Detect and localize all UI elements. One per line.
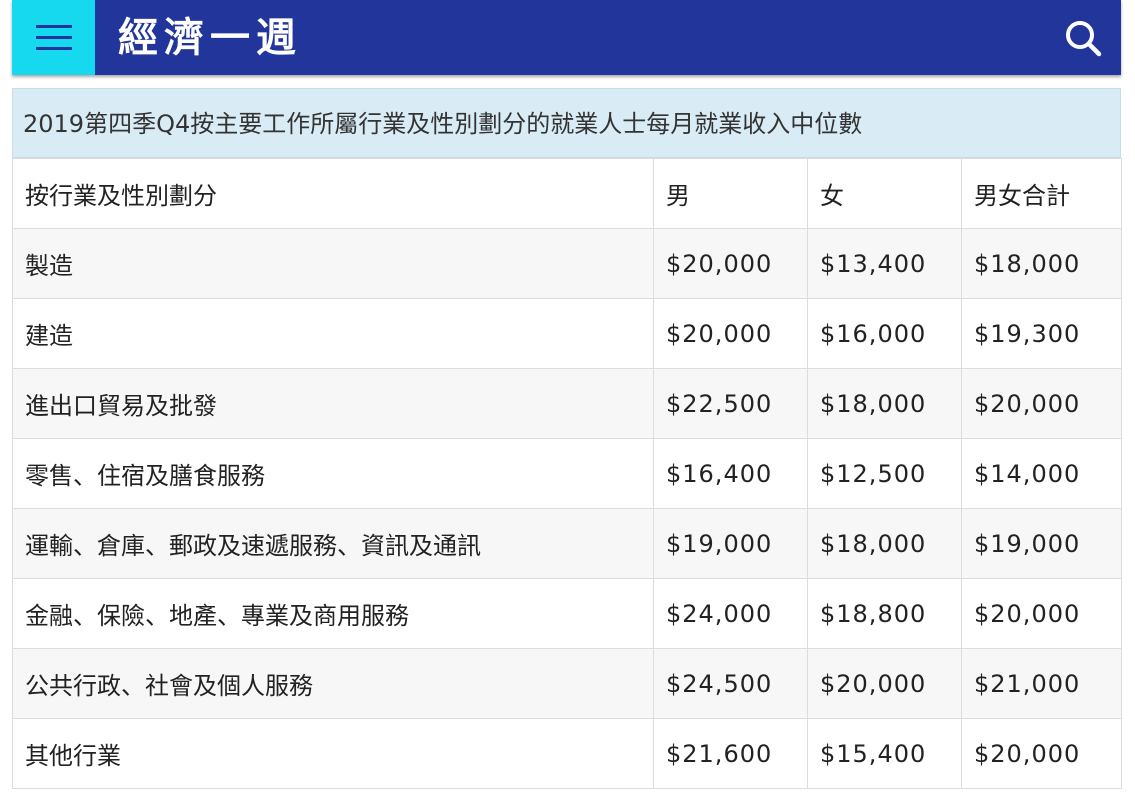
male-income-cell: $20,000 — [653, 298, 808, 369]
total-income-cell: $14,000 — [961, 438, 1122, 509]
table-row: 其他行業 $21,600 $15,400 $20,000 — [12, 718, 1122, 789]
menu-line-icon — [35, 47, 72, 50]
column-header-female: 女 — [807, 158, 962, 229]
industry-cell: 運輸、倉庫、郵政及速遞服務、資訊及通訊 — [12, 508, 654, 579]
industry-cell: 零售、住宿及膳食服務 — [12, 438, 654, 509]
industry-cell: 其他行業 — [12, 718, 654, 789]
total-income-cell: $19,300 — [961, 298, 1122, 369]
income-table-container: 2019第四季Q4按主要工作所屬行業及性別劃分的就業人士每月就業收入中位數 按行… — [12, 88, 1122, 789]
male-income-cell: $19,000 — [653, 508, 808, 579]
table-row: 進出口貿易及批發 $22,500 $18,000 $20,000 — [12, 368, 1122, 439]
column-header-industry: 按行業及性別劃分 — [12, 158, 654, 229]
table-row: 建造 $20,000 $16,000 $19,300 — [12, 298, 1122, 369]
search-button[interactable] — [1063, 18, 1103, 58]
total-income-cell: $20,000 — [961, 578, 1122, 649]
female-income-cell: $13,400 — [807, 228, 962, 299]
menu-line-icon — [35, 25, 72, 28]
industry-cell: 製造 — [12, 228, 654, 299]
male-income-cell: $20,000 — [653, 228, 808, 299]
total-income-cell: $19,000 — [961, 508, 1122, 579]
male-income-cell: $24,500 — [653, 648, 808, 719]
table-row: 公共行政、社會及個人服務 $24,500 $20,000 $21,000 — [12, 648, 1122, 719]
industry-cell: 公共行政、社會及個人服務 — [12, 648, 654, 719]
male-income-cell: $16,400 — [653, 438, 808, 509]
table-row: 零售、住宿及膳食服務 $16,400 $12,500 $14,000 — [12, 438, 1122, 509]
site-title[interactable]: 經濟一週 — [118, 10, 302, 66]
table-row: 製造 $20,000 $13,400 $18,000 — [12, 228, 1122, 299]
total-income-cell: $20,000 — [961, 368, 1122, 439]
female-income-cell: $18,000 — [807, 368, 962, 439]
female-income-cell: $18,800 — [807, 578, 962, 649]
total-income-cell: $18,000 — [961, 228, 1122, 299]
table-header-row: 按行業及性別劃分 男 女 男女合計 — [12, 158, 1122, 229]
female-income-cell: $15,400 — [807, 718, 962, 789]
menu-line-icon — [35, 36, 72, 39]
male-income-cell: $22,500 — [653, 368, 808, 439]
total-income-cell: $20,000 — [961, 718, 1122, 789]
industry-cell: 金融、保險、地產、專業及商用服務 — [12, 578, 654, 649]
industry-cell: 建造 — [12, 298, 654, 369]
top-header: 經濟一週 — [12, 0, 1121, 75]
table-caption: 2019第四季Q4按主要工作所屬行業及性別劃分的就業人士每月就業收入中位數 — [12, 88, 1121, 158]
female-income-cell: $12,500 — [807, 438, 962, 509]
table-row: 金融、保險、地產、專業及商用服務 $24,000 $18,800 $20,000 — [12, 578, 1122, 649]
table-row: 運輸、倉庫、郵政及速遞服務、資訊及通訊 $19,000 $18,000 $19,… — [12, 508, 1122, 579]
female-income-cell: $20,000 — [807, 648, 962, 719]
female-income-cell: $18,000 — [807, 508, 962, 579]
income-table: 按行業及性別劃分 男 女 男女合計 製造 $20,000 $13,400 $18… — [12, 158, 1122, 789]
total-income-cell: $21,000 — [961, 648, 1122, 719]
search-icon — [1066, 21, 1102, 57]
column-header-male: 男 — [653, 158, 808, 229]
male-income-cell: $24,000 — [653, 578, 808, 649]
column-header-total: 男女合計 — [961, 158, 1122, 229]
female-income-cell: $16,000 — [807, 298, 962, 369]
male-income-cell: $21,600 — [653, 718, 808, 789]
hamburger-menu-button[interactable] — [12, 0, 95, 75]
industry-cell: 進出口貿易及批發 — [12, 368, 654, 439]
